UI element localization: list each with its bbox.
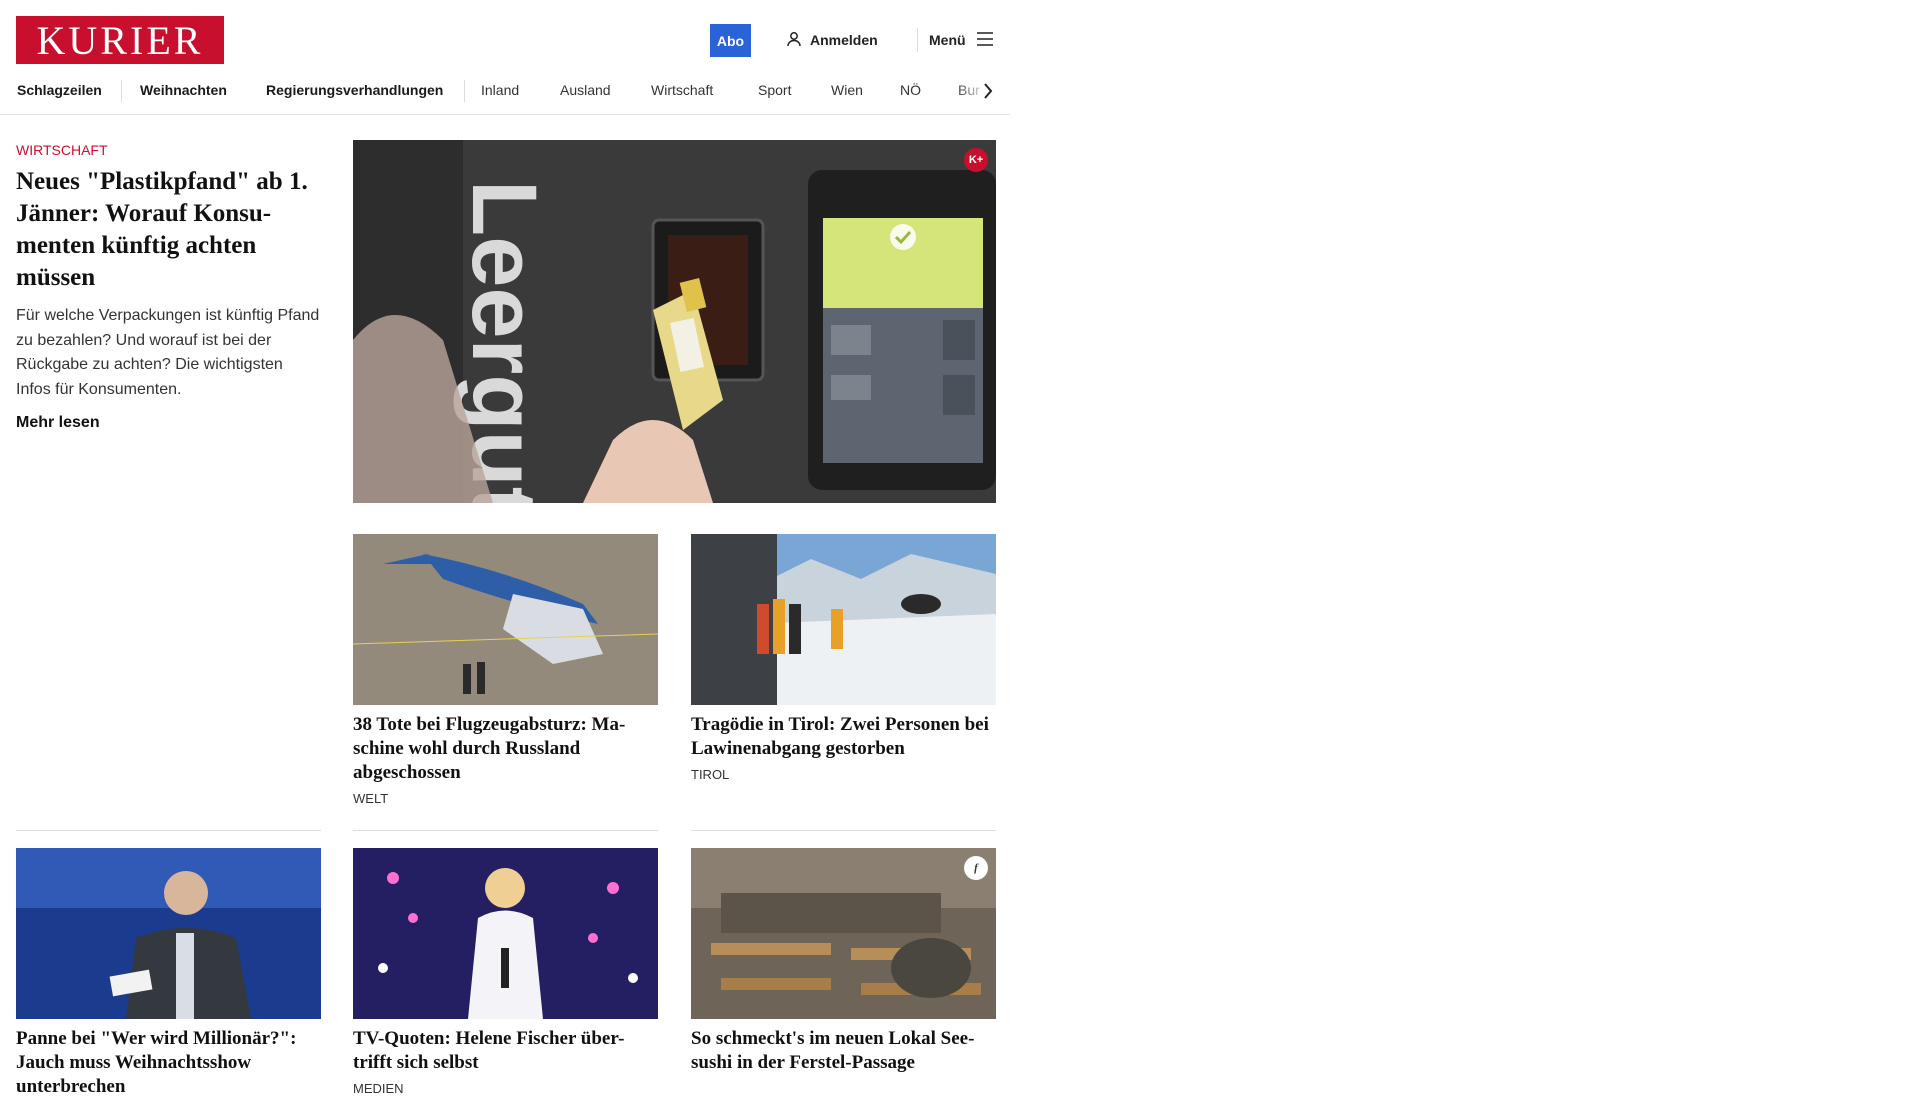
row-separator (353, 830, 658, 831)
article-title[interactable]: 38 Tote bei Flugzeugabsturz: Ma-schine w… (353, 713, 658, 785)
site-header: KURIER Abo Anmelden Menü (0, 0, 1010, 80)
lead-image[interactable]: Leergut K+ (353, 140, 996, 503)
hamburger-icon (976, 31, 994, 49)
nav-item-sport[interactable]: Sport (758, 80, 791, 114)
article-tag[interactable]: MEDIEN (353, 1081, 658, 1096)
nav-item-schlagzeilen[interactable]: Schlagzeilen (17, 80, 102, 114)
article-card[interactable]: Panne bei "Wer wird Millionär?": Jauch m… (16, 848, 321, 1105)
section-nav: Schlagzeilen Weihnachten Regierungsverha… (0, 80, 1010, 115)
article-tag[interactable]: WELT (353, 791, 658, 806)
nav-item-inland[interactable]: Inland (481, 80, 519, 114)
article-title[interactable]: Tragödie in Tirol: Zwei Personen bei Law… (691, 713, 996, 761)
article-card[interactable]: f So schmeckt's im neuen Lokal See-sushi… (691, 848, 996, 1081)
chevron-right-icon[interactable] (978, 80, 998, 102)
article-image[interactable] (16, 848, 321, 1019)
nav-item-noe[interactable]: NÖ (900, 80, 921, 114)
lead-article[interactable]: WIRTSCHAFT Neues "Plastikpfand" ab 1. Jä… (16, 142, 321, 432)
read-more-link[interactable]: Mehr lesen (16, 414, 100, 431)
nav-item-regierungsverhandlungen[interactable]: Regierungsverhandlungen (266, 80, 443, 114)
article-card[interactable]: 38 Tote bei Flugzeugabsturz: Ma-schine w… (353, 534, 658, 806)
article-card[interactable]: Tragödie in Tirol: Zwei Personen bei Law… (691, 534, 996, 782)
lead-description: Für welche Verpackungen ist künftig Pfan… (16, 307, 320, 398)
article-image[interactable] (353, 848, 658, 1019)
article-title[interactable]: So schmeckt's im neuen Lokal See-sushi i… (691, 1027, 996, 1075)
article-tag[interactable]: TIROL (691, 767, 996, 782)
row-separator (16, 830, 321, 831)
user-icon (786, 31, 802, 50)
kurier-plus-badge: K+ (964, 148, 988, 172)
lead-title[interactable]: Neues "Plastikpfand" ab 1. Jänner: Worau… (16, 166, 321, 294)
page: KURIER Abo Anmelden Menü Schlagzeilen We… (0, 0, 1010, 1097)
menu-label: Menü (929, 32, 966, 48)
login-label: Anmelden (810, 32, 878, 48)
nav-item-wien[interactable]: Wien (831, 80, 863, 114)
nav-item-ausland[interactable]: Ausland (560, 80, 611, 114)
lead-kicker[interactable]: WIRTSCHAFT (16, 142, 321, 158)
nav-item-wirtschaft[interactable]: Wirtschaft (651, 80, 713, 114)
nav-divider (121, 80, 122, 102)
kurier-logo[interactable]: KURIER (16, 16, 224, 64)
article-title[interactable]: Panne bei "Wer wird Millionär?": Jauch m… (16, 1027, 321, 1099)
row-separator (691, 830, 996, 831)
menu-button[interactable]: Menü (929, 28, 994, 52)
abo-button[interactable]: Abo (710, 24, 751, 57)
nav-item-weihnachten[interactable]: Weihnachten (140, 80, 227, 114)
login-button[interactable]: Anmelden (786, 28, 878, 52)
article-image[interactable]: f (691, 848, 996, 1019)
article-card[interactable]: TV-Quoten: Helene Fischer über-trifft si… (353, 848, 658, 1096)
article-title[interactable]: TV-Quoten: Helene Fischer über-trifft si… (353, 1027, 658, 1075)
header-divider (917, 28, 918, 52)
nav-divider (464, 80, 465, 102)
article-image[interactable] (353, 534, 658, 705)
article-image[interactable] (691, 534, 996, 705)
freizeit-badge: f (964, 856, 988, 880)
